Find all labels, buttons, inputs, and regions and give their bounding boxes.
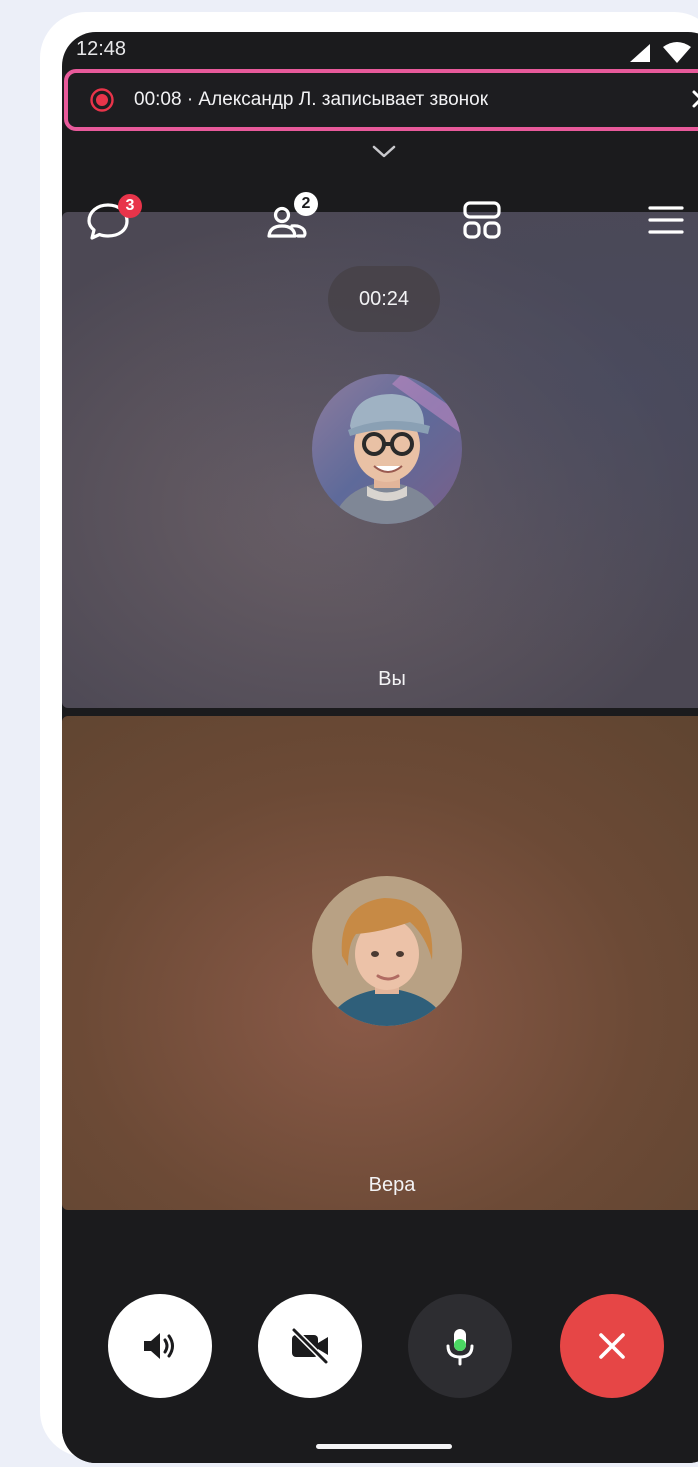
call-timer: 00:24	[328, 266, 440, 332]
signal-icon	[630, 44, 650, 62]
recording-text: 00:08 · Александр Л. записывает звонок	[134, 89, 489, 110]
call-toolbar: 3 2	[62, 182, 698, 272]
participant-name: Вера	[368, 1174, 416, 1196]
avatar-image	[312, 374, 462, 524]
wifi-icon	[663, 42, 691, 63]
home-indicator[interactable]	[316, 1444, 452, 1449]
recording-banner[interactable]: 00:08 · Александр Л. записывает звонок	[64, 69, 698, 131]
close-icon[interactable]	[686, 84, 698, 114]
layout-grid-icon	[463, 201, 501, 239]
participants-button[interactable]: 2	[258, 190, 318, 250]
menu-icon	[648, 206, 684, 234]
participants-badge: 2	[294, 192, 318, 216]
participant-tile-vera[interactable]: Вера	[62, 716, 698, 1210]
avatar-vera	[312, 876, 462, 1026]
call-screen: 12:48 00:08 · Александр Л. записывает зв…	[62, 32, 698, 1463]
chevron-down-icon[interactable]	[370, 143, 398, 161]
speaker-button[interactable]	[108, 1294, 212, 1398]
chat-badge: 3	[118, 194, 142, 218]
avatar-image	[312, 876, 462, 1026]
record-icon	[90, 88, 114, 112]
menu-button[interactable]	[636, 190, 696, 250]
microphone-button[interactable]	[408, 1294, 512, 1398]
close-icon	[599, 1333, 625, 1359]
avatar-you	[312, 374, 462, 524]
system-icons	[628, 40, 698, 66]
microphone-icon	[446, 1329, 474, 1366]
camera-toggle-button[interactable]	[258, 1294, 362, 1398]
camera-off-icon	[291, 1327, 329, 1365]
participant-name: Вы	[378, 668, 406, 690]
status-bar: 12:48	[62, 32, 698, 70]
layout-button[interactable]	[452, 190, 512, 250]
speaker-icon	[144, 1333, 174, 1359]
call-controls	[62, 1210, 698, 1463]
status-time: 12:48	[76, 38, 127, 60]
chat-button[interactable]: 3	[78, 190, 142, 250]
end-call-button[interactable]	[560, 1294, 664, 1398]
